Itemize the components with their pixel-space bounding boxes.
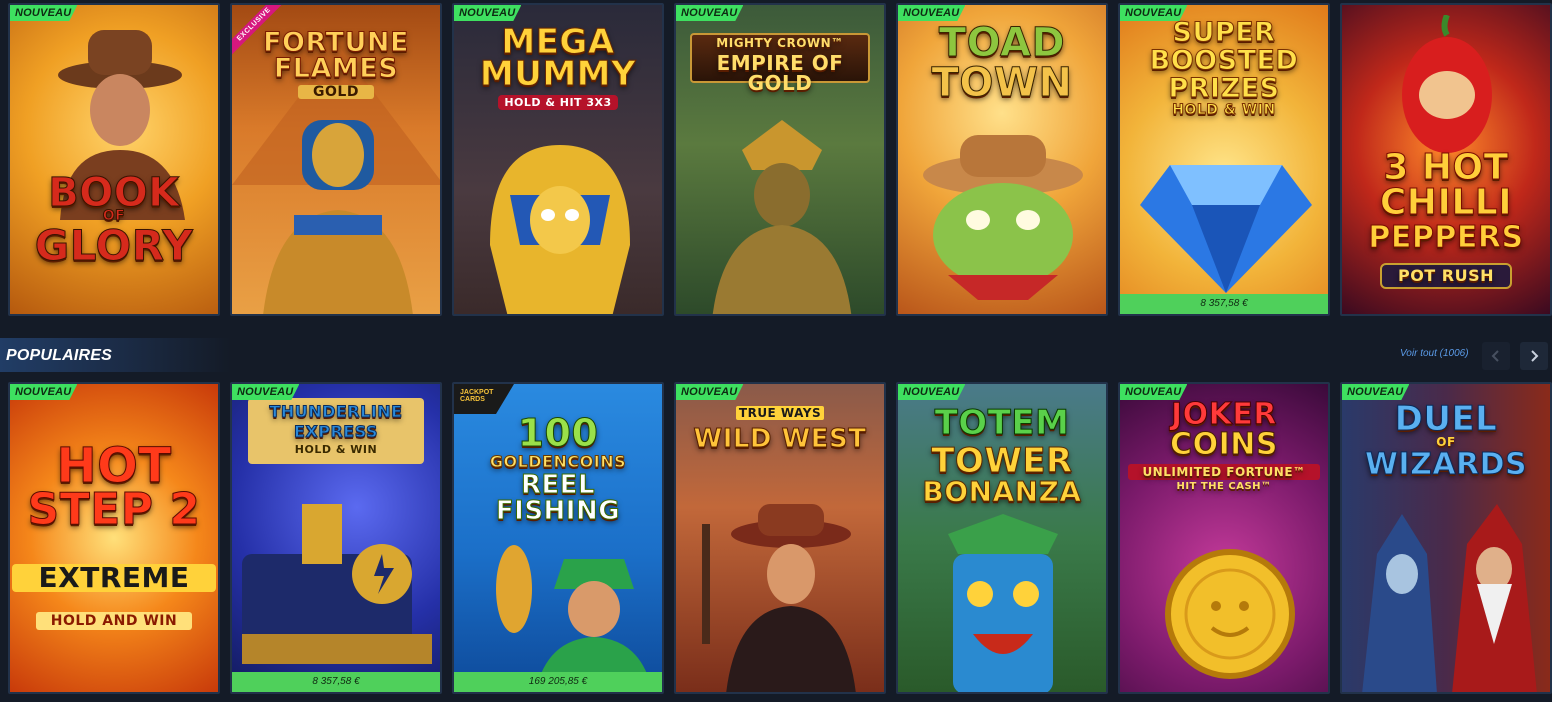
game-title-line-3: EXTREME xyxy=(12,564,216,592)
game-card-totem-tower-bonanza[interactable]: TOTEM TOWER BONANZA NOUVEAU xyxy=(896,382,1108,694)
game-title-line-3: PRIZES xyxy=(1168,73,1280,104)
jackpot-amount: 169 205,85 € xyxy=(454,672,662,692)
game-title-line-1: HOT xyxy=(56,438,172,494)
game-title-line-1: JOKER xyxy=(1170,397,1277,432)
game-title-line-4: HIT THE CASH™ xyxy=(1176,481,1272,492)
new-badge: NOUVEAU xyxy=(1120,384,1188,400)
game-title-line-3: HOLD & HIT 3x3 xyxy=(498,95,618,110)
section-title: POPULAIRES xyxy=(6,347,113,364)
game-title-line-2: EMPIRE OF GOLD xyxy=(716,51,844,95)
new-badge: NOUVEAU xyxy=(1120,5,1188,21)
chilli-pepper-figure xyxy=(1402,15,1492,153)
game-title-line-2: STEP 2 xyxy=(27,484,201,535)
game-title-line-2: MUMMY xyxy=(479,54,637,94)
game-title-line-1: TOTEM xyxy=(934,403,1070,443)
chevron-left-icon xyxy=(1491,350,1499,362)
wizards-figure xyxy=(1362,504,1537,692)
train-figure xyxy=(242,504,432,664)
mummy-figure xyxy=(490,145,630,314)
game-card-100-goldencoins-reel-fishing[interactable]: JACKPOT CARDS 100 GOLDENCOINS REEL FISHI… xyxy=(452,382,664,694)
game-card-joker-coins-unlimited-fortune[interactable]: JOKER COINS UNLIMITED FORTUNE™ HIT THE C… xyxy=(1118,382,1330,694)
game-title-line-1: THUNDERLINE xyxy=(269,402,403,421)
game-title-line-3: GLORY xyxy=(34,221,194,270)
toad-cowboy-figure xyxy=(923,135,1083,300)
game-title-line-1: MIGHTY CROWN™ xyxy=(716,36,844,50)
carousel-prev-button[interactable] xyxy=(1482,342,1510,370)
section-header: POPULAIRES xyxy=(0,338,230,372)
carousel-next-button[interactable] xyxy=(1520,342,1548,370)
cowgirl-figure xyxy=(702,504,856,692)
game-title-line-3: BONANZA xyxy=(922,475,1082,508)
game-art xyxy=(10,384,218,692)
game-card-true-ways-wild-west[interactable]: TRUE WAYS WILD WEST NOUVEAU xyxy=(674,382,886,694)
game-title-line-2: CHILLI xyxy=(1379,182,1513,223)
chevron-right-icon xyxy=(1531,350,1539,362)
new-badge: NOUVEAU xyxy=(898,384,966,400)
game-title-line-2: FLAMES xyxy=(273,53,399,84)
diamond-icon xyxy=(1140,165,1312,293)
game-title-line-1: 100 xyxy=(517,411,599,455)
game-title-line-4: HOLD AND WIN xyxy=(36,612,192,630)
game-title-line-2: COINS xyxy=(1170,427,1278,462)
fisherman-figure xyxy=(496,545,653,692)
game-title-line-1: BOOK xyxy=(48,170,180,216)
game-card-hot-step-2-extreme[interactable]: HOT STEP 2 EXTREME HOLD AND WIN NOUVEAU xyxy=(8,382,220,694)
game-title-line-1: SUPER xyxy=(1172,17,1276,48)
game-card-3-hot-chilli-peppers[interactable]: 3 HOT CHILLI PEPPERS POT RUSH xyxy=(1340,3,1552,316)
game-title-line-3: REEL xyxy=(520,470,596,500)
game-title-line-2: GOLDENCOINS xyxy=(489,452,627,471)
new-badge: NOUVEAU xyxy=(232,384,300,400)
game-card-book-of-glory[interactable]: BOOK OF GLORY NOUVEAU xyxy=(8,3,220,316)
new-badge: NOUVEAU xyxy=(1342,384,1410,400)
game-title-line-3: HOLD & WIN xyxy=(294,443,378,456)
game-card-duel-of-wizards[interactable]: DUEL OF WIZARDS NOUVEAU xyxy=(1340,382,1552,694)
new-badge: NOUVEAU xyxy=(676,5,744,21)
game-title-line-3: GOLD xyxy=(298,85,374,99)
see-all-link[interactable]: Voir tout (1006) xyxy=(1400,348,1469,359)
game-title-line-2: BOOSTED xyxy=(1149,45,1299,76)
jackpot-amount: 8 357,58 € xyxy=(1120,294,1328,314)
totem-figure xyxy=(948,514,1058,692)
game-title-line-4: HOLD & WIN xyxy=(1172,102,1276,118)
game-title-line-2: TOWER xyxy=(931,441,1073,481)
new-badge: NOUVEAU xyxy=(676,384,744,400)
game-card-thunderline-express[interactable]: THUNDERLINE EXPRESS HOLD & WIN NOUVEAU 8… xyxy=(230,382,442,694)
game-card-super-boosted-prizes[interactable]: SUPER BOOSTED PRIZES HOLD & WIN NOUVEAU … xyxy=(1118,3,1330,316)
games-row-new: BOOK OF GLORY NOUVEAU FORTUNE FLAMES GOL… xyxy=(0,0,1552,318)
game-card-mega-mummy[interactable]: MEGA MUMMY HOLD & HIT 3x3 NOUVEAU xyxy=(452,3,664,316)
game-title-line-4: POT RUSH xyxy=(1380,263,1512,289)
game-title-line-4: FISHING xyxy=(495,496,621,526)
new-badge: NOUVEAU xyxy=(454,5,522,21)
jackpot-amount: 8 357,58 € xyxy=(232,672,440,692)
game-card-toad-town[interactable]: TOAD TOWN NOUVEAU xyxy=(896,3,1108,316)
game-title-line-1: 3 HOT xyxy=(1383,147,1509,188)
game-title-line-2: EXPRESS xyxy=(293,422,379,441)
games-row-popular: HOT STEP 2 EXTREME HOLD AND WIN NOUVEAU … xyxy=(0,380,1552,696)
new-badge: NOUVEAU xyxy=(898,5,966,21)
game-title-line-1: DUEL xyxy=(1394,399,1498,439)
game-title-line-3: UNLIMITED FORTUNE™ xyxy=(1128,464,1320,480)
game-title-line-2: TOWN xyxy=(931,60,1073,106)
game-title-line-3: PEPPERS xyxy=(1368,220,1524,255)
aztec-warrior-figure xyxy=(712,120,852,314)
game-card-mighty-crown-empire-of-gold[interactable]: MIGHTY CROWN™ EMPIRE OF GOLD NOUVEAU xyxy=(674,3,886,316)
game-card-fortune-flames-gold[interactable]: FORTUNE FLAMES GOLD EXCLUSIVE xyxy=(230,3,442,316)
game-title-line-1: TOAD xyxy=(938,20,1066,66)
game-title-line-1: TRUE WAYS xyxy=(736,406,824,420)
gold-coin-icon xyxy=(1165,549,1295,679)
new-badge: NOUVEAU xyxy=(10,5,78,21)
new-badge: NOUVEAU xyxy=(10,384,78,400)
game-title-line-1: FORTUNE xyxy=(263,27,409,58)
game-title-line-2: WILD WEST xyxy=(693,424,867,454)
game-title-line-3: WIZARDS xyxy=(1364,447,1528,482)
